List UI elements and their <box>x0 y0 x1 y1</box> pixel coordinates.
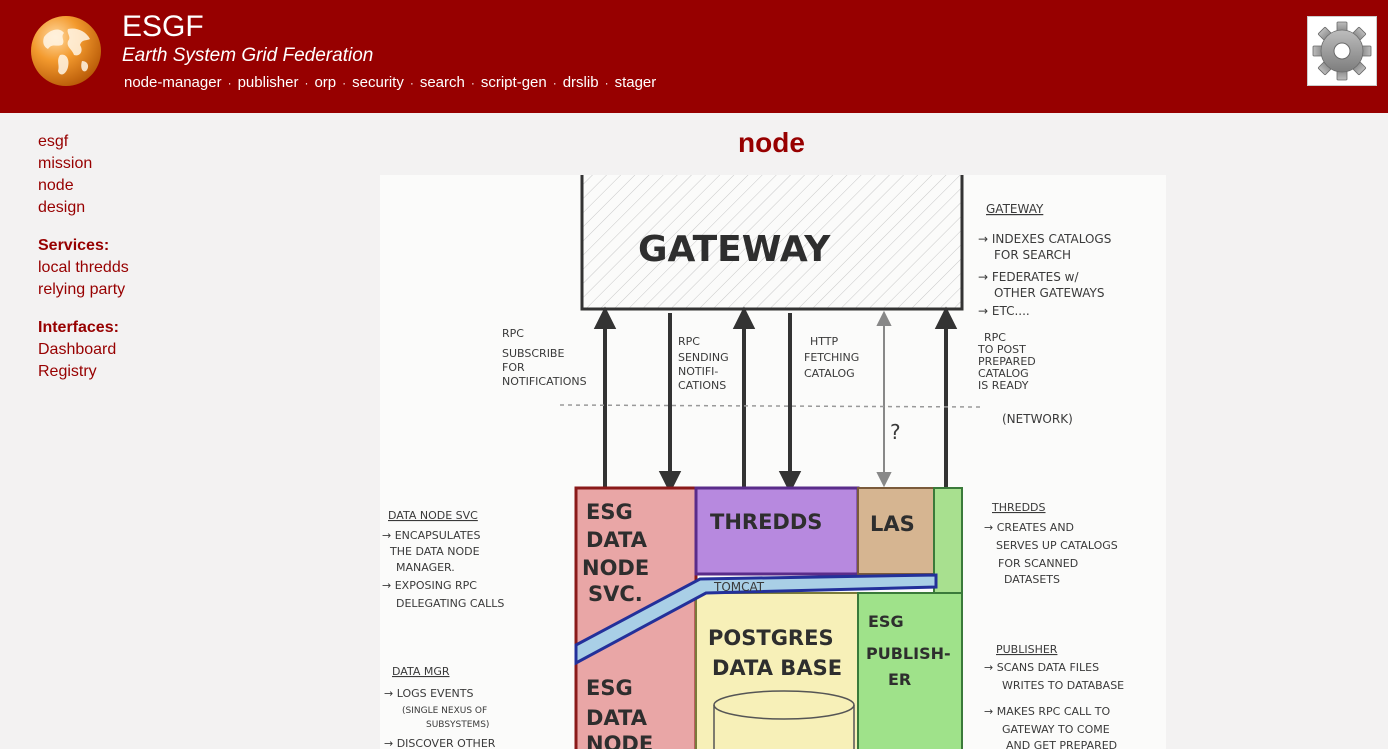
nav-separator: · <box>409 76 414 90</box>
sidebar-link-node[interactable]: node <box>38 175 238 197</box>
publisher-notes-heading: PUBLISHER <box>996 643 1058 656</box>
thredds-note: FOR SCANNED <box>998 557 1078 570</box>
esg-data-node-svc-line: NODE <box>582 556 649 580</box>
nav-separator: · <box>342 76 347 90</box>
postgres-line: DATA BASE <box>712 656 842 680</box>
data-node-svc-note: DELEGATING CALLS <box>396 597 504 610</box>
nav-search[interactable]: search <box>420 74 465 91</box>
services-heading: Services: <box>38 237 110 254</box>
sidebar-link-design[interactable]: design <box>38 197 238 219</box>
esg-publisher-line: PUBLISH- <box>866 644 951 663</box>
gateway-label: GATEWAY <box>638 229 831 270</box>
esg-data-node-svc-line: SVC. <box>588 582 643 606</box>
http-fetching-line: CATALOG <box>804 367 855 380</box>
rpc-subscribe-line: NOTIFICATIONS <box>502 375 587 388</box>
question-mark: ? <box>890 420 901 444</box>
gateway-note: OTHER GATEWAYS <box>994 286 1104 300</box>
sidebar-link-relying-party[interactable]: relying party <box>38 279 238 301</box>
gear-icon <box>1312 21 1372 81</box>
nav-separator: · <box>227 76 232 90</box>
gateway-note: → ETC.... <box>978 304 1030 318</box>
esg-data-node-svc-label: ESG <box>586 500 633 524</box>
nav-separator: · <box>552 76 557 90</box>
rpc-subscribe-line: FOR <box>502 361 525 374</box>
settings-button[interactable] <box>1307 16 1377 86</box>
esg-publisher-label: ESG <box>868 612 904 631</box>
globe-icon[interactable] <box>30 15 102 87</box>
data-node-svc-note: → ENCAPSULATES <box>382 529 480 542</box>
esg-publisher-line: ER <box>888 670 911 689</box>
rpc-sending-line: CATIONS <box>678 379 726 392</box>
http-fetching-label: HTTP <box>810 335 839 348</box>
site-title: ESGF <box>122 10 204 43</box>
thredds-label: THREDDS <box>710 510 822 534</box>
page-title: node <box>738 127 805 158</box>
esg-data-node-svc-line: DATA <box>586 528 648 552</box>
esg-data-node-line: NODE <box>586 732 653 749</box>
rpc-subscribe-line: SUBSCRIBE <box>502 347 564 360</box>
sidebar-link-local-thredds[interactable]: local thredds <box>38 257 238 279</box>
network-label: (NETWORK) <box>1002 412 1073 426</box>
interfaces-heading: Interfaces: <box>38 319 119 336</box>
rpc-subscribe-label: RPC <box>502 327 524 340</box>
rpc-sending-line: NOTIFI- <box>678 365 718 378</box>
gateway-notes-heading: GATEWAY <box>986 202 1044 216</box>
nav-publisher[interactable]: publisher <box>238 74 299 91</box>
sidebar: esgf mission node design Services: local… <box>38 131 238 383</box>
data-node-svc-note: THE DATA NODE <box>389 545 480 558</box>
rpc-post-line: IS READY <box>978 379 1029 392</box>
publisher-note: GATEWAY TO COME <box>1002 723 1110 736</box>
sidebar-link-esgf[interactable]: esgf <box>38 131 238 153</box>
thredds-note: SERVES UP CATALOGS <box>996 539 1118 552</box>
http-fetching-line: FETCHING <box>804 351 859 364</box>
data-mgr-note: (SINGLE NEXUS OF <box>402 706 487 716</box>
nav-orp[interactable]: orp <box>314 74 336 91</box>
nav-stager[interactable]: stager <box>615 74 657 91</box>
las-label: LAS <box>870 512 915 536</box>
top-nav: node-manager · publisher · orp · security · sear… <box>124 74 656 91</box>
esg-data-node-label: ESG <box>586 676 633 700</box>
data-mgr-note: SUBSYSTEMS) <box>426 720 489 730</box>
data-node-svc-note: → EXPOSING RPC <box>382 579 477 592</box>
data-mgr-heading: DATA MGR <box>392 665 450 678</box>
data-node-svc-heading: DATA NODE SVC <box>388 509 478 522</box>
gateway-note: → INDEXES CATALOGS <box>978 232 1111 246</box>
data-node-svc-note: MANAGER. <box>396 561 455 574</box>
publisher-note: WRITES TO DATABASE <box>1002 679 1124 692</box>
data-mgr-note: → DISCOVER OTHER <box>384 737 496 749</box>
nav-drslib[interactable]: drslib <box>563 74 599 91</box>
postgres-label: POSTGRES <box>708 626 834 650</box>
nav-separator: · <box>304 76 309 90</box>
esg-data-node-line: DATA <box>586 706 648 730</box>
rpc-sending-line: SENDING <box>678 351 729 364</box>
gateway-note: FOR SEARCH <box>994 248 1071 262</box>
thredds-notes-heading: THREDDS <box>991 501 1046 514</box>
node-architecture-diagram: GATEWAY ? (NETWORK) RPC SUBSCRIBE FOR NO… <box>380 175 1166 749</box>
nav-security[interactable]: security <box>352 74 404 91</box>
sidebar-link-mission[interactable]: mission <box>38 153 238 175</box>
rpc-sending-label: RPC <box>678 335 700 348</box>
sidebar-link-registry[interactable]: Registry <box>38 361 238 383</box>
thredds-note: DATASETS <box>1004 573 1060 586</box>
gateway-note: → FEDERATES w/ <box>978 270 1079 284</box>
nav-separator: · <box>470 76 475 90</box>
publisher-note: → SCANS DATA FILES <box>984 661 1099 674</box>
tomcat-label: TOMCAT <box>713 580 765 594</box>
publisher-note: → MAKES RPC CALL TO <box>984 705 1111 718</box>
sidebar-link-dashboard[interactable]: Dashboard <box>38 339 238 361</box>
nav-script-gen[interactable]: script-gen <box>481 74 547 91</box>
thredds-note: → CREATES AND <box>984 521 1074 534</box>
data-mgr-note: → LOGS EVENTS <box>384 687 473 700</box>
publisher-note: AND GET PREPARED <box>1006 739 1117 749</box>
site-header: ESGF Earth System Grid Federation node-m… <box>0 0 1388 113</box>
nav-node-manager[interactable]: node-manager <box>124 74 222 91</box>
nav-separator: · <box>604 76 609 90</box>
site-subtitle: Earth System Grid Federation <box>122 45 374 66</box>
